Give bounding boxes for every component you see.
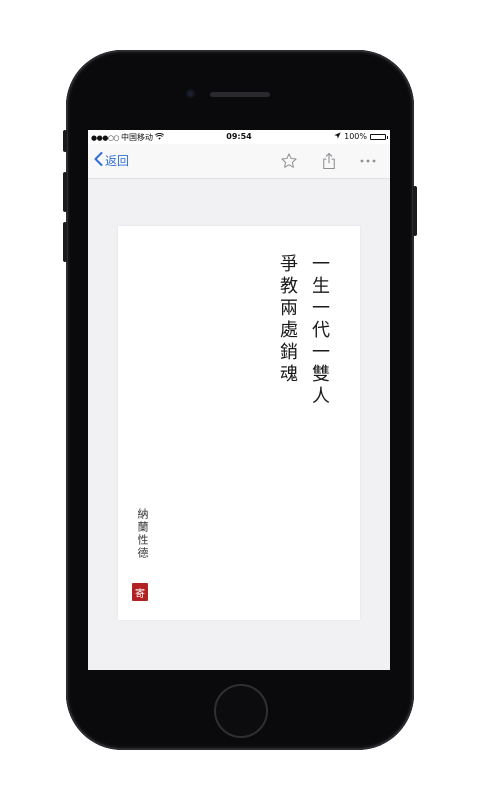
battery-icon xyxy=(370,133,388,140)
home-button[interactable] xyxy=(214,684,268,738)
more-icon xyxy=(360,159,376,163)
status-right: 100% xyxy=(334,132,388,141)
poem-line-1: 一生一代一雙人 xyxy=(309,254,330,408)
battery-percent: 100% xyxy=(344,132,367,141)
phone-screen: ●●●○○ 中国移动 09:54 100% 返回 一生一代一雙人 爭教兩處銷魂 … xyxy=(88,130,390,670)
poem-line-2: 爭教兩處銷魂 xyxy=(277,254,298,386)
more-button[interactable] xyxy=(358,151,378,171)
earpiece-speaker xyxy=(210,92,270,97)
back-label: 返回 xyxy=(105,154,130,168)
share-icon xyxy=(323,152,335,170)
mute-switch xyxy=(63,130,67,152)
back-button[interactable]: 返回 xyxy=(94,152,129,169)
share-button[interactable] xyxy=(319,151,339,171)
front-camera xyxy=(186,89,195,98)
chevron-left-icon xyxy=(94,152,103,169)
poem-card: 一生一代一雙人 爭教兩處銷魂 納蘭性德 寄 xyxy=(118,226,360,620)
status-bar: ●●●○○ 中国移动 09:54 100% xyxy=(88,130,390,144)
location-arrow-icon xyxy=(334,132,341,141)
navigation-bar: 返回 xyxy=(88,144,390,179)
poem-author: 納蘭性德 xyxy=(136,508,149,560)
seal-stamp: 寄 xyxy=(132,583,148,601)
power-button xyxy=(413,186,417,236)
star-icon xyxy=(281,153,297,168)
volume-up-button xyxy=(63,172,67,212)
volume-down-button xyxy=(63,222,67,262)
favorite-button[interactable] xyxy=(279,151,299,171)
